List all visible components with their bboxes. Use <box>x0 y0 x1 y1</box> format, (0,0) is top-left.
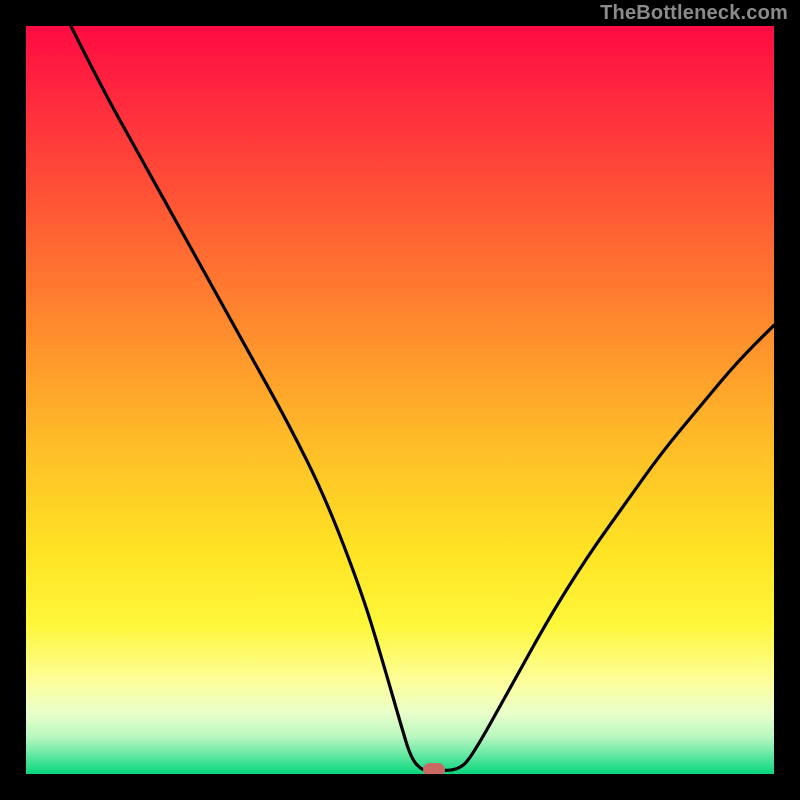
minimum-marker <box>423 763 445 774</box>
watermark-text: TheBottleneck.com <box>600 2 788 25</box>
chart-frame: TheBottleneck.com <box>0 0 800 800</box>
bottleneck-curve <box>26 26 774 774</box>
plot-area <box>26 26 774 774</box>
